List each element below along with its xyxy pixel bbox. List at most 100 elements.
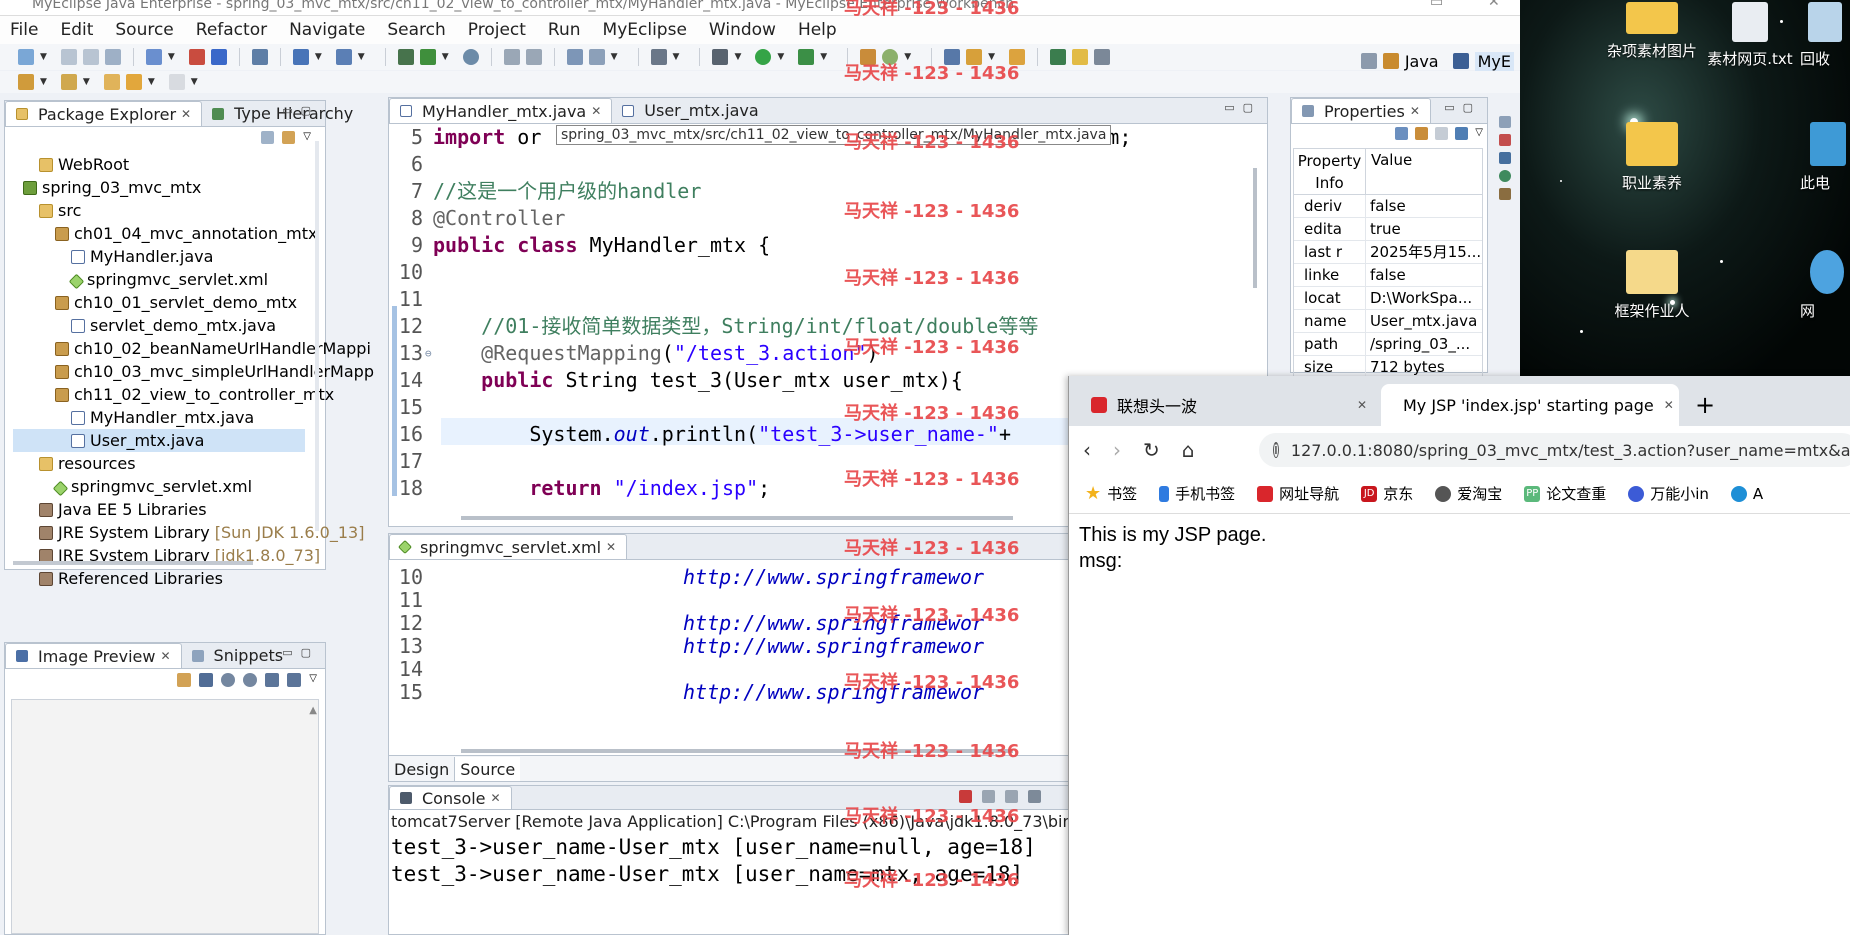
menu-window[interactable]: Window (709, 20, 776, 40)
source-tab[interactable]: Source (455, 757, 521, 781)
restore-default-icon[interactable] (1435, 127, 1449, 140)
tree-item[interactable]: JRE System Library [Sun JDK 1.6.0_13] (13, 521, 364, 544)
categories-icon[interactable] (1395, 127, 1409, 140)
bookmark-item[interactable]: ★ 书签 (1085, 483, 1137, 504)
close-icon[interactable]: ✕ (160, 649, 170, 663)
tab-properties[interactable]: Properties ✕ (1291, 98, 1431, 123)
close-tab-icon[interactable]: ✕ (1357, 398, 1367, 412)
last-edit-icon[interactable] (103, 74, 120, 90)
tree-item[interactable]: src (13, 199, 305, 222)
tab-springmvc-servlet-xml[interactable]: springmvc_servlet.xml ✕ (389, 534, 628, 559)
tree-item[interactable]: spring_03_mvc_mtx (13, 176, 305, 199)
tab-image-preview[interactable]: Image Preview ✕ (5, 643, 182, 668)
property-row[interactable]: locat D:\WorkSpa... (1294, 287, 1482, 310)
menu-myeclipse[interactable]: MyEclipse (603, 20, 687, 40)
zoom-in-icon[interactable] (243, 673, 258, 687)
highlight-icon[interactable] (1072, 49, 1089, 65)
run-icon[interactable] (755, 49, 772, 65)
annotation-icon[interactable] (1050, 49, 1067, 65)
clear-console-icon[interactable] (1028, 790, 1041, 803)
camera-icon[interactable] (650, 49, 667, 65)
trim-servers-icon[interactable] (1499, 170, 1511, 182)
trim-restore-icon[interactable] (1499, 116, 1511, 128)
code-line[interactable]: 10 (389, 259, 1267, 286)
new-server-icon[interactable] (145, 49, 162, 65)
desktop-icon-recycle-bin[interactable]: 回收 (1800, 2, 1850, 69)
menu-search[interactable]: Search (387, 20, 445, 40)
bookmark-item[interactable]: 网址导航 (1257, 483, 1339, 504)
pin-icon[interactable] (1455, 127, 1469, 140)
code-line[interactable]: 12 //01-接收简单数据类型，String/int/float/double… (389, 313, 1267, 340)
scroll-up-icon[interactable]: ▲ (309, 705, 317, 716)
close-icon[interactable]: ✕ (181, 107, 191, 121)
clean-icon[interactable] (588, 49, 605, 65)
forward-icon[interactable]: › (1113, 438, 1121, 462)
myeclipse-perspective-label[interactable]: MyE (1474, 51, 1514, 71)
zoom-out-icon[interactable] (221, 673, 236, 687)
code-line[interactable]: 8 @Controller (389, 205, 1267, 232)
fit-icon[interactable] (199, 673, 214, 687)
web-browser-icon[interactable] (251, 49, 268, 65)
tab-snippets[interactable]: Snippets (182, 643, 294, 668)
tab-myhandler-mtx[interactable]: MyHandler_mtx.java ✕ (389, 98, 613, 123)
fold-icon[interactable]: ⊖ (425, 340, 432, 367)
property-row[interactable]: last r 2025年5月15... (1294, 241, 1482, 264)
actual-size-icon[interactable] (265, 673, 280, 687)
prev-annotation-icon[interactable] (60, 74, 77, 90)
trim-outline-icon[interactable] (1499, 152, 1511, 164)
link-editor-icon[interactable] (282, 131, 296, 144)
refresh-icon[interactable] (525, 49, 542, 65)
link-icon[interactable] (177, 673, 192, 687)
menu-help[interactable]: Help (798, 20, 837, 40)
property-row[interactable]: deriv false (1294, 195, 1482, 218)
tree-item[interactable]: ch10_03_mvc_simpleUrlHandlerMapp (13, 360, 374, 383)
tree-item[interactable]: MyHandler.java (13, 245, 305, 268)
forward-icon[interactable] (168, 74, 185, 90)
code-line[interactable]: 9 public class MyHandler_mtx { (389, 232, 1267, 259)
desktop-icon-professional[interactable]: 职业素养 (1597, 122, 1707, 193)
view-minmax-icons[interactable]: ▭▢ (1224, 101, 1261, 114)
bookmark-item[interactable]: 手机书签 (1159, 483, 1235, 504)
menu-project[interactable]: Project (468, 20, 526, 40)
bug-icon[interactable] (712, 49, 729, 65)
tree-item[interactable]: MyHandler_mtx.java (13, 406, 305, 429)
desktop-icon-misc-images[interactable]: 杂项素材图片 (1597, 2, 1707, 61)
view-minmax-icons[interactable]: ▭▢ (1444, 101, 1481, 114)
tree-item[interactable]: resources (13, 452, 305, 475)
new-tab-button[interactable]: + (1683, 384, 1727, 426)
save-all-icon[interactable] (82, 49, 99, 65)
reload-icon[interactable]: ↻ (1143, 438, 1160, 462)
view-minmax-icons[interactable]: ▭▢ (282, 104, 319, 117)
vertical-scrollbar[interactable] (315, 141, 319, 531)
open-type-icon[interactable] (397, 49, 414, 65)
trim-tasks-icon[interactable] (1499, 134, 1511, 146)
desktop-icon-material-txt[interactable]: 素材网页.txt (1695, 2, 1805, 69)
vertical-scrollbar[interactable] (1253, 168, 1257, 288)
tree-item[interactable]: ch01_04_mvc_annotation_mtx (13, 222, 317, 245)
run-last-icon[interactable] (798, 49, 815, 65)
trim-snippets-icon[interactable] (1499, 188, 1511, 200)
tab-user-mtx[interactable]: User_mtx.java (612, 98, 768, 123)
java-perspective-label[interactable]: Java (1405, 52, 1439, 71)
bookmark-item[interactable]: A (1730, 485, 1763, 503)
close-tab-icon[interactable]: ✕ (1664, 398, 1674, 412)
tree-item[interactable]: Referenced Libraries (13, 567, 305, 590)
property-row[interactable]: name User_mtx.java (1294, 310, 1482, 333)
filter-icon[interactable] (1415, 127, 1429, 140)
tree-item[interactable]: User_mtx.java (13, 429, 305, 452)
info-icon[interactable]: i (1273, 442, 1279, 458)
property-row[interactable]: linke false (1294, 264, 1482, 287)
bookmark-item[interactable]: 万能小in (1628, 483, 1709, 504)
tree-item[interactable]: springmvc_servlet.xml (13, 268, 305, 291)
bookmark-item[interactable]: PP 论文查重 (1524, 483, 1606, 504)
code-line[interactable]: 7 //这是一个用户级的handler (389, 178, 1267, 205)
horizontal-scrollbar[interactable] (461, 516, 1013, 520)
bookmark-item[interactable]: 爱淘宝 (1435, 483, 1502, 504)
toggle-icon[interactable] (503, 49, 520, 65)
tree-item[interactable]: ch10_02_beanNameUrlHandlerMappi (13, 337, 371, 360)
save-icon[interactable] (60, 49, 77, 65)
debug-server-icon[interactable] (292, 49, 309, 65)
menu-run[interactable]: Run (548, 20, 581, 40)
tab-console[interactable]: Console ✕ (389, 786, 512, 809)
view-menu-icon[interactable]: ▽ (309, 673, 317, 687)
